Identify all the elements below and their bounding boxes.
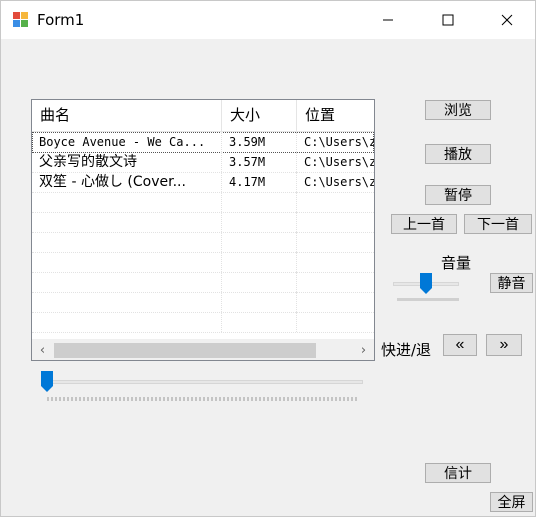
song-size: 4.17M — [222, 172, 297, 192]
close-button[interactable] — [484, 1, 530, 39]
column-header-name[interactable]: 曲名 — [32, 100, 222, 131]
list-item[interactable]: 父亲写的散文诗 3.57M C:\Users\z — [32, 152, 374, 173]
maximize-button[interactable] — [425, 1, 471, 39]
minimize-button[interactable] — [365, 1, 411, 39]
empty-row — [32, 212, 374, 233]
empty-row — [32, 232, 374, 253]
fullscreen-button[interactable]: 全屏 — [490, 492, 533, 512]
progress-slider-track — [41, 380, 363, 384]
song-size: 3.57M — [222, 152, 297, 172]
rewind-button[interactable]: « — [443, 334, 477, 356]
minimize-icon — [383, 19, 393, 21]
empty-row — [32, 192, 374, 213]
column-header-location[interactable]: 位置 — [297, 100, 374, 131]
empty-row — [32, 272, 374, 293]
chevron-left-icon: ‹ — [39, 343, 46, 358]
column-header-size[interactable]: 大小 — [222, 100, 297, 131]
empty-row — [32, 312, 374, 333]
song-name: Boyce Avenue - We Ca... — [32, 132, 222, 152]
playlist-header: 曲名 大小 位置 — [32, 100, 374, 132]
maximize-icon — [442, 14, 454, 26]
volume-slider-ticks — [397, 298, 459, 301]
volume-slider-thumb[interactable] — [420, 273, 432, 295]
title-bar: Form1 — [1, 1, 535, 39]
song-size: 3.59M — [222, 132, 297, 152]
volume-slider[interactable] — [391, 271, 463, 305]
fast-forward-button[interactable]: » — [486, 334, 522, 356]
info-button[interactable]: 信计 — [425, 463, 491, 483]
window-title: Form1 — [37, 11, 85, 29]
progress-slider-ticks — [47, 397, 357, 401]
prev-track-button[interactable]: 上一首 — [391, 214, 457, 234]
scrollbar-thumb[interactable] — [54, 343, 316, 358]
playlist-listview[interactable]: 曲名 大小 位置 Boyce Avenue - We Ca... 3.59M C… — [31, 99, 375, 361]
song-location: C:\Users\z — [304, 175, 374, 189]
list-item[interactable]: 双笙 - 心做し (Cover... 4.17M C:\Users\z — [32, 172, 374, 193]
progress-slider-thumb[interactable] — [41, 371, 53, 393]
song-location: C:\Users\z — [304, 155, 374, 169]
browse-button[interactable]: 浏览 — [425, 100, 491, 120]
next-track-button[interactable]: 下一首 — [464, 214, 532, 234]
song-location: C:\Users\z — [304, 135, 374, 149]
mute-button[interactable]: 静音 — [490, 273, 533, 293]
main-window: Form1 曲名 大小 位置 Boyce Avenue - We Ca... 3… — [0, 0, 536, 517]
chevron-right-icon: › — [360, 343, 367, 358]
song-name: 父亲写的散文诗 — [32, 152, 222, 172]
seek-label: 快进/退 — [381, 341, 432, 359]
song-name: 双笙 - 心做し (Cover... — [32, 172, 222, 192]
volume-label: 音量 — [441, 254, 472, 272]
app-icon — [13, 12, 29, 28]
empty-row — [32, 292, 374, 313]
play-button[interactable]: 播放 — [425, 144, 491, 164]
list-item[interactable]: Boyce Avenue - We Ca... 3.59M C:\Users\z — [32, 132, 374, 153]
progress-slider[interactable] — [37, 369, 367, 405]
empty-row — [32, 252, 374, 273]
scroll-left-button[interactable]: ‹ — [32, 340, 53, 360]
horizontal-scrollbar[interactable]: ‹ › — [32, 339, 374, 360]
pause-button[interactable]: 暂停 — [425, 185, 491, 205]
scroll-right-button[interactable]: › — [353, 340, 374, 360]
close-icon — [501, 14, 513, 26]
